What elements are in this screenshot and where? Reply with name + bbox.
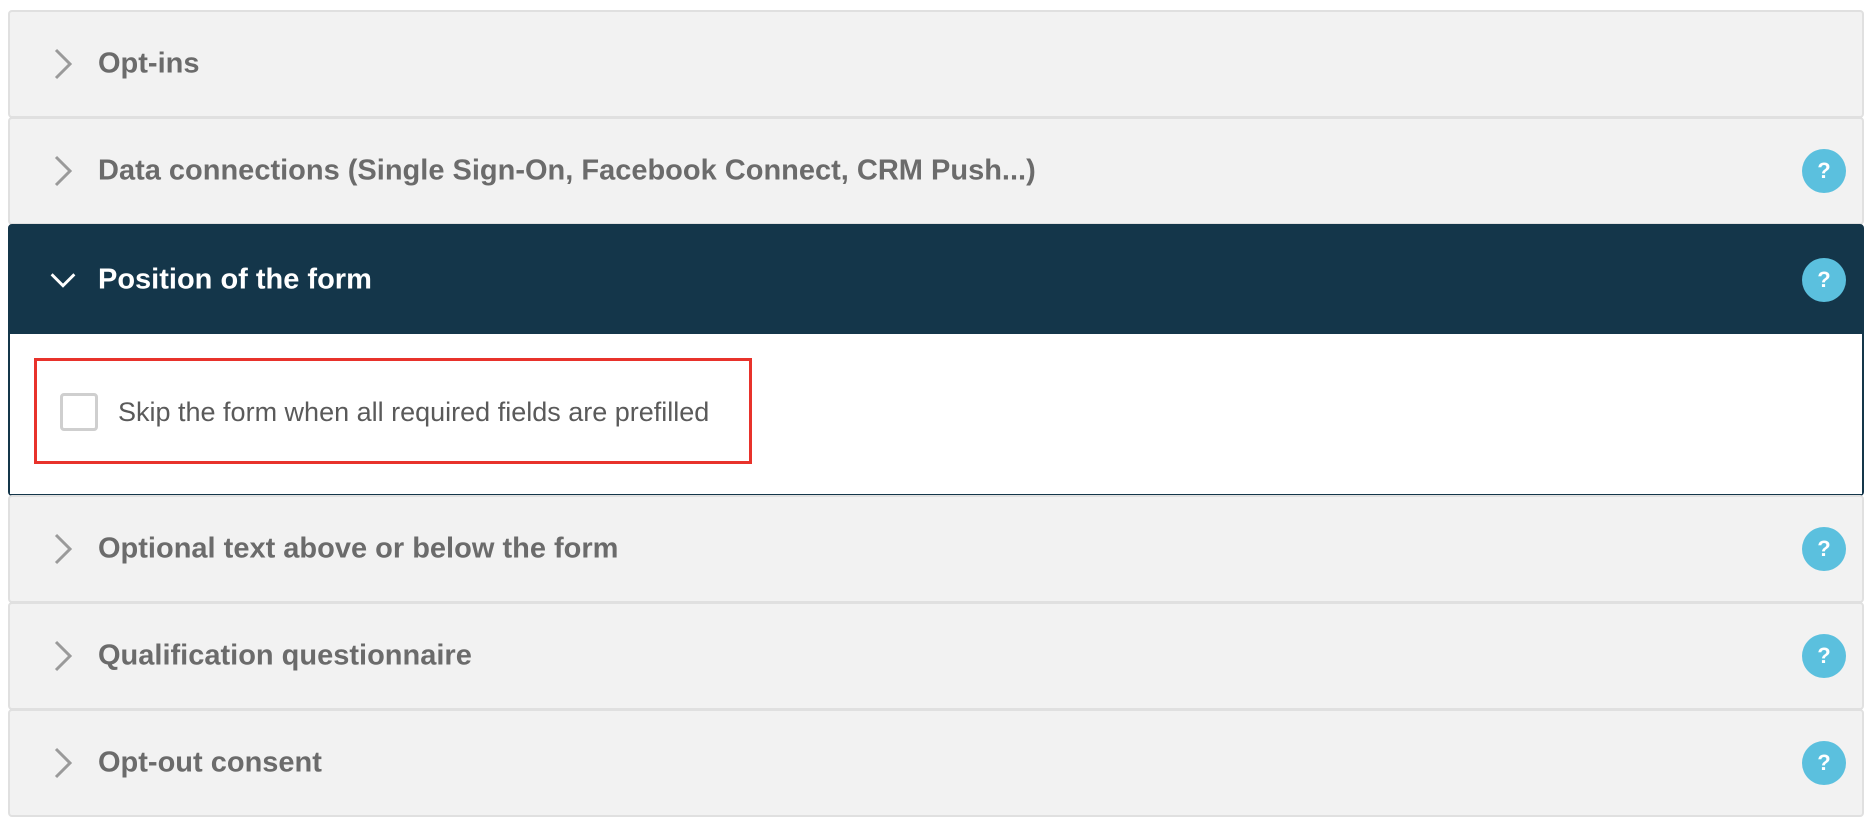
panel-header-opt-out-consent[interactable]: Opt-out consent ? (10, 711, 1862, 815)
chevron-right-icon (50, 154, 76, 188)
panel-title: Data connections (Single Sign-On, Facebo… (98, 154, 1036, 187)
panel-title: Opt-ins (98, 47, 200, 80)
panel-header-data-connections[interactable]: Data connections (Single Sign-On, Facebo… (10, 119, 1862, 223)
skip-form-checkbox-label: Skip the form when all required fields a… (118, 396, 710, 427)
chevron-right-icon (50, 532, 76, 566)
panel-header-qualification-questionnaire[interactable]: Qualification questionnaire ? (10, 604, 1862, 708)
chevron-right-icon (50, 746, 76, 780)
panel-opt-out-consent: Opt-out consent ? (8, 709, 1864, 817)
help-icon[interactable]: ? (1802, 149, 1846, 193)
panel-qualification-questionnaire: Qualification questionnaire ? (8, 602, 1864, 710)
help-icon[interactable]: ? (1802, 741, 1846, 785)
help-icon[interactable]: ? (1802, 527, 1846, 571)
panel-header-position-of-form[interactable]: Position of the form ? (10, 226, 1862, 334)
help-icon[interactable]: ? (1802, 258, 1846, 302)
panel-title: Opt-out consent (98, 746, 322, 779)
chevron-right-icon (50, 47, 76, 81)
panel-title: Position of the form (98, 263, 372, 296)
panel-data-connections: Data connections (Single Sign-On, Facebo… (8, 117, 1864, 225)
panel-body-position-of-form: Skip the form when all required fields a… (10, 334, 1862, 494)
panel-header-opt-ins[interactable]: Opt-ins (10, 12, 1862, 116)
settings-accordion: Opt-ins Data connections (Single Sign-On… (8, 10, 1864, 817)
chevron-down-icon (50, 263, 76, 297)
skip-form-option[interactable]: Skip the form when all required fields a… (60, 393, 709, 431)
chevron-right-icon (50, 639, 76, 673)
skip-form-checkbox[interactable] (60, 393, 98, 431)
panel-position-of-form: Position of the form ? Skip the form whe… (8, 224, 1864, 496)
panel-header-optional-text[interactable]: Optional text above or below the form ? (10, 497, 1862, 601)
panel-opt-ins: Opt-ins (8, 10, 1864, 118)
help-icon[interactable]: ? (1802, 634, 1846, 678)
panel-optional-text: Optional text above or below the form ? (8, 495, 1864, 603)
panel-title: Qualification questionnaire (98, 639, 472, 672)
panel-title: Optional text above or below the form (98, 532, 619, 565)
